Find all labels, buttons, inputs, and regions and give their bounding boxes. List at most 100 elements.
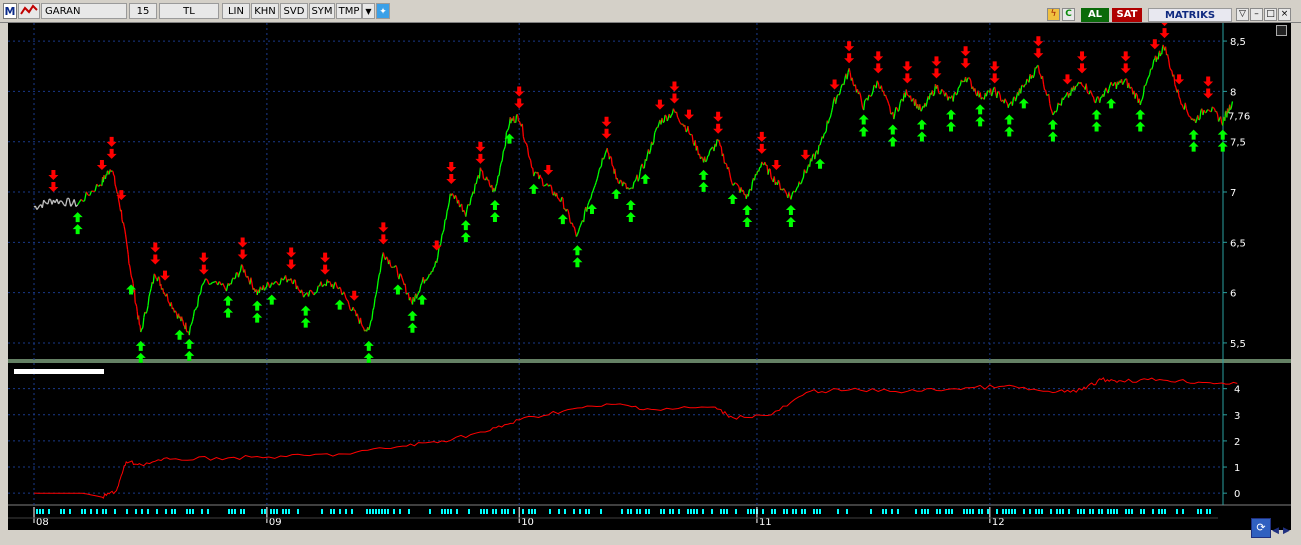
signal-tick [339,509,341,514]
price-segment [441,232,444,236]
sell-arrow [931,68,942,79]
price-segment [300,289,304,294]
signal-tick [951,509,953,514]
dropdown-icon[interactable]: ▼ [362,3,375,19]
price-segment [1157,52,1160,60]
buy-button[interactable]: AL [1081,8,1109,22]
refresh-icon[interactable]: C [1062,8,1075,21]
sell-arrow [198,264,209,275]
price-segment [47,198,50,205]
price-segment [851,77,854,85]
twitter-icon[interactable]: ✦ [376,3,390,19]
price-segment [839,88,842,94]
sell-arrow [286,247,297,258]
price-segment [1153,58,1156,61]
signal-tick [1128,509,1130,514]
svd-button[interactable]: SVD [280,3,308,19]
price-segment [275,280,278,284]
scroll-right-button[interactable]: ▶ [1283,526,1292,536]
price-segment [860,101,864,108]
tmp-button[interactable]: TMP [336,3,362,19]
period-field[interactable]: 15 [129,3,157,19]
menu-icon[interactable]: ▽ [1236,8,1249,21]
price-segment [525,143,529,148]
price-segment [1145,78,1149,84]
symbol-field[interactable]: GARAN [41,3,127,19]
price-segment [592,187,595,192]
signal-tick [927,509,929,514]
price-segment [627,187,630,190]
lin-button[interactable]: LIN [222,3,250,19]
price-segment [1091,95,1094,98]
chart-area[interactable]: 5,5 6 6,5 7 7,5 8 8,5 7,76 0 1 2 3 4 08 09 10 11 12 [8,23,1291,530]
price-segment [1080,82,1083,86]
price-segment [290,278,293,284]
price-segment [379,263,382,273]
khn-button[interactable]: KHN [251,3,279,19]
signal-tick [1197,509,1199,514]
sym-button[interactable]: SYM [309,3,335,19]
price-segment [486,176,489,181]
price-segment [783,188,786,191]
price-segment [843,78,846,85]
equity-tick-label: 0 [1234,489,1240,500]
price-segment [1011,98,1015,106]
sell-arrow [669,81,680,92]
maximize-icon[interactable]: □ [1264,8,1277,21]
price-segment [867,94,870,101]
price-segment [120,209,123,220]
price-segment [1020,85,1023,94]
price-segment [310,290,314,294]
currency-field[interactable]: TL [159,3,219,19]
x-tick-label: 12 [992,517,1005,528]
price-segment [895,106,898,109]
chart-type-icon[interactable] [18,3,40,19]
price-segment [425,278,428,281]
signal-tick [228,509,230,514]
signal-tick [1080,509,1082,514]
price-segment [380,256,383,264]
signal-tick [693,509,695,514]
price-segment [880,85,884,92]
price-segment [1038,72,1041,76]
sell-arrow [1161,23,1168,27]
price-segment [1210,106,1213,112]
buy-arrow [72,212,83,223]
price-segment [420,282,423,284]
signal-tick [723,509,725,514]
price-segment [898,103,901,111]
price-segment [778,182,782,191]
price-segment [124,229,127,235]
price-segment [945,92,948,96]
price-segment [965,78,969,83]
price-segment [510,118,513,124]
price-segment [719,145,722,147]
lightning-icon[interactable]: ϟ [1047,8,1060,21]
chart-svg[interactable]: 5,566,577,588,57,760123408 09 10 11 12 [8,23,1291,530]
close-icon[interactable]: × [1278,8,1291,21]
price-segment [707,154,710,157]
price-segment [190,321,193,325]
price-segment [181,319,184,322]
price-segment [728,172,732,179]
price-segment [181,316,183,320]
price-segment [794,190,797,193]
panel-resize-handle[interactable] [1276,25,1287,36]
price-segment [539,174,542,179]
sell-button[interactable]: SAT [1112,8,1142,22]
price-segment [433,266,435,269]
signal-tick [804,509,806,514]
price-tick-label: 6,5 [1230,238,1246,249]
price-segment [600,157,604,167]
minimize-icon[interactable]: – [1250,8,1263,21]
buy-arrow [252,312,263,323]
signal-tick [1140,509,1142,514]
price-segment [398,273,401,280]
price-segment [454,194,458,198]
signal-tick [495,509,497,514]
signal-tick [105,509,107,514]
scroll-left-button[interactable]: ◀ [1272,526,1281,536]
sync-icon[interactable]: ⟳ [1251,518,1271,538]
price-segment [589,197,592,201]
price-segment [328,280,331,283]
